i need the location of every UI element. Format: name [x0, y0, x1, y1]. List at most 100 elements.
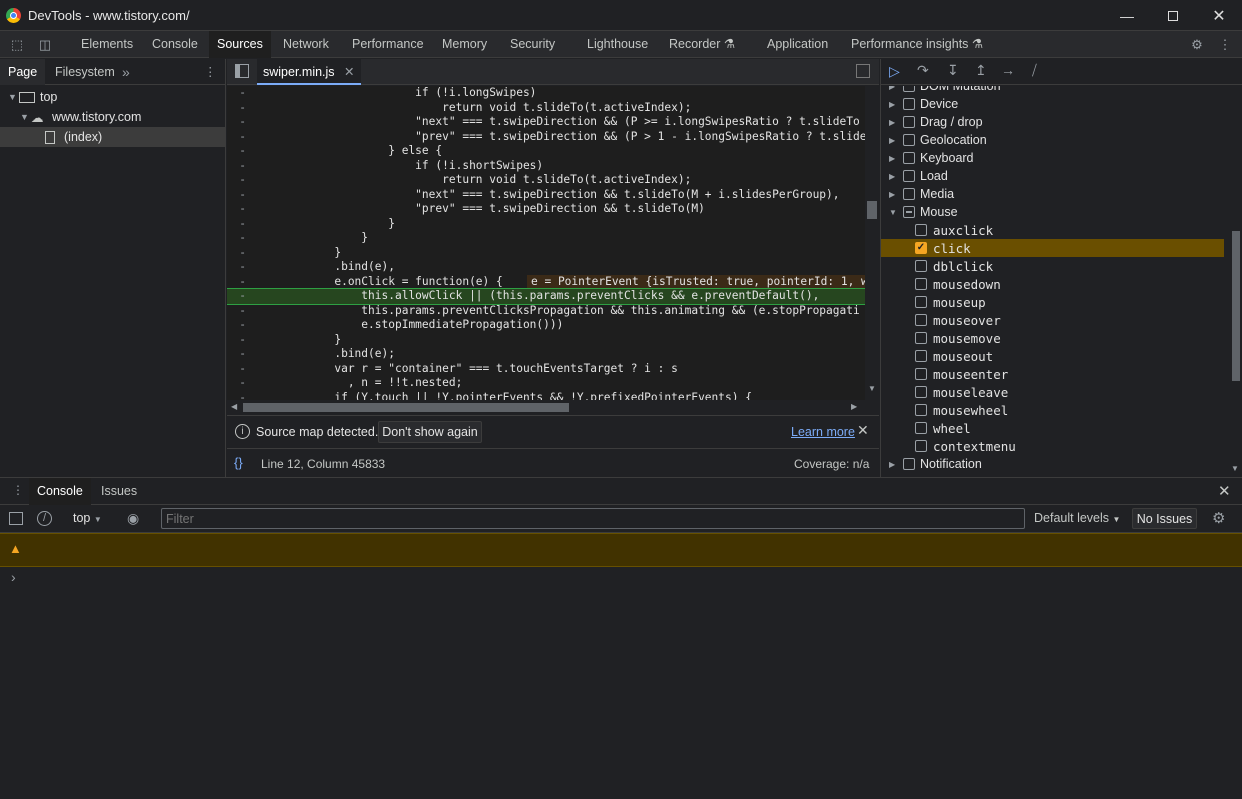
breakpoint-event[interactable]: mouseleave	[881, 383, 1224, 401]
file-tab-swiper[interactable]: swiper.min.js ✕	[257, 59, 361, 85]
tab-console[interactable]: Console	[152, 31, 198, 58]
code-line[interactable]: - return void t.slideTo(t.activeIndex);	[227, 101, 865, 116]
checkbox[interactable]	[915, 260, 927, 272]
code-line[interactable]: - if (!i.shortSwipes)	[227, 159, 865, 174]
line-gutter-marker[interactable]: -	[227, 231, 265, 246]
checkbox[interactable]	[903, 188, 915, 200]
settings-gear-icon[interactable]: ⚙	[1188, 36, 1206, 54]
breakpoint-event[interactable]: ✓ click	[881, 239, 1224, 257]
checkbox[interactable]	[915, 350, 927, 362]
breakpoint-event[interactable]: mouseout	[881, 347, 1224, 365]
checkbox[interactable]	[915, 422, 927, 434]
line-gutter-marker[interactable]: -	[227, 347, 265, 362]
step-icon[interactable]: →	[1001, 62, 1015, 78]
tab-network[interactable]: Network	[283, 31, 329, 58]
code-line[interactable]: - e.stopImmediatePropagation()))	[227, 318, 865, 333]
console-prompt[interactable]: ›	[11, 569, 16, 585]
line-gutter-marker[interactable]: -	[227, 115, 265, 130]
line-gutter-marker[interactable]: -	[227, 159, 265, 174]
line-gutter-marker[interactable]: -	[227, 246, 265, 261]
line-gutter-marker[interactable]: -	[227, 144, 265, 159]
checkbox[interactable]	[915, 314, 927, 326]
breakpoint-event[interactable]: mouseup	[881, 293, 1224, 311]
drawer-tab-issues[interactable]: Issues	[101, 478, 137, 505]
code-line[interactable]: - "prev" === t.swipeDirection && (P > 1 …	[227, 130, 865, 145]
close-infobar-icon[interactable]: ✕	[857, 422, 869, 439]
live-expression-eye-icon[interactable]: ◉	[127, 510, 139, 527]
code-line[interactable]: - "next" === t.swipeDirection && t.slide…	[227, 188, 865, 203]
breakpoint-event[interactable]: mouseenter	[881, 365, 1224, 383]
checkbox[interactable]	[903, 134, 915, 146]
breakpoint-category[interactable]: ▶ Device	[881, 95, 1224, 113]
checkbox[interactable]	[903, 152, 915, 164]
line-gutter-marker[interactable]: -	[227, 391, 265, 401]
execution-line[interactable]: - this.allowClick || (this.params.preven…	[227, 288, 866, 305]
checkbox[interactable]	[915, 332, 927, 344]
line-gutter-marker[interactable]: -	[227, 86, 265, 101]
tab-memory[interactable]: Memory	[442, 31, 487, 58]
breakpoint-category[interactable]: ▼ Mouse	[881, 203, 1224, 221]
code-line[interactable]: - var r = "container" === t.touchEventsT…	[227, 362, 865, 377]
checkbox[interactable]	[903, 86, 915, 92]
checkbox[interactable]	[903, 458, 915, 470]
checkbox[interactable]	[903, 116, 915, 128]
maximize-button[interactable]	[1150, 0, 1196, 31]
drawer-tab-console[interactable]: Console	[29, 478, 91, 505]
code-line[interactable]: - this.params.preventClicksPropagation &…	[227, 304, 865, 319]
line-gutter-marker[interactable]: -	[227, 376, 265, 391]
learn-more-link[interactable]: Learn more	[791, 425, 855, 439]
breakpoint-event[interactable]: mouseover	[881, 311, 1224, 329]
tab-sources[interactable]: Sources	[209, 31, 271, 58]
breakpoint-event[interactable]: mousewheel	[881, 401, 1224, 419]
line-gutter-marker[interactable]: -	[227, 333, 265, 348]
more-tabs-icon[interactable]: »	[122, 59, 130, 85]
line-gutter-marker[interactable]: -	[227, 202, 265, 217]
context-selector[interactable]: top ▼	[73, 511, 102, 525]
tab-page[interactable]: Page	[0, 59, 46, 85]
breakpoint-category[interactable]: ▶ Media	[881, 185, 1224, 203]
line-gutter-marker[interactable]: -	[227, 289, 265, 304]
line-gutter-marker[interactable]: -	[227, 260, 265, 275]
checkbox[interactable]	[915, 278, 927, 290]
no-issues-button[interactable]: No Issues	[1132, 508, 1197, 529]
breakpoint-category[interactable]: ▶ Load	[881, 167, 1224, 185]
line-gutter-marker[interactable]: -	[227, 101, 265, 116]
console-sidebar-icon[interactable]	[9, 512, 23, 525]
code-line[interactable]: - e.onClick = function(e) {e = PointerEv…	[227, 274, 865, 289]
tab-performance[interactable]: Performance	[352, 31, 424, 58]
console-filter-input[interactable]	[161, 508, 1025, 529]
checkbox[interactable]	[915, 386, 927, 398]
toggle-navigator-icon[interactable]	[235, 64, 249, 78]
code-line[interactable]: - "prev" === t.swipeDirection && t.slide…	[227, 202, 865, 217]
step-out-icon[interactable]: ↥	[975, 62, 987, 79]
breakpoints-scrollbar[interactable]: ▼	[1229, 86, 1242, 477]
console-settings-gear-icon[interactable]: ⚙	[1212, 509, 1225, 527]
deactivate-breakpoints-icon[interactable]: ⧸	[1032, 62, 1037, 79]
line-gutter-marker[interactable]: -	[227, 217, 265, 232]
toggle-debugger-icon[interactable]	[856, 64, 870, 78]
checkbox[interactable]	[915, 440, 927, 452]
tab-filesystem[interactable]: Filesystem	[55, 59, 115, 85]
code-line[interactable]: - }	[227, 231, 865, 246]
breakpoint-category[interactable]: ▶ DOM Mutation	[881, 86, 1224, 95]
checkbox[interactable]: ✓	[915, 242, 927, 254]
breakpoint-event[interactable]: auxclick	[881, 221, 1224, 239]
tree-item-domain[interactable]: ▼ ☁ www.tistory.com	[0, 107, 225, 127]
tree-item-index[interactable]: (index)	[0, 127, 225, 147]
vertical-scrollbar[interactable]: ▼	[865, 86, 879, 400]
navigator-menu-icon[interactable]: ⋮	[204, 59, 217, 85]
line-gutter-marker[interactable]: -	[227, 173, 265, 188]
tab-security[interactable]: Security	[510, 31, 555, 58]
code-line[interactable]: - if (!i.longSwipes)	[227, 86, 865, 101]
code-line[interactable]: - .bind(e);	[227, 347, 865, 362]
checkbox[interactable]	[915, 404, 927, 416]
code-line[interactable]: - } else {	[227, 144, 865, 159]
device-toolbar-icon[interactable]: ◫	[36, 36, 54, 54]
tab-application[interactable]: Application	[767, 31, 828, 58]
code-line[interactable]: - return void t.slideTo(t.activeIndex);	[227, 173, 865, 188]
tab-elements[interactable]: Elements	[81, 31, 133, 58]
line-gutter-marker[interactable]: -	[227, 318, 265, 333]
line-gutter-marker[interactable]: -	[227, 130, 265, 145]
code-editor[interactable]: - if (!i.longSwipes) - return void t.slid…	[227, 86, 879, 400]
breakpoint-category[interactable]: ▶ Keyboard	[881, 149, 1224, 167]
